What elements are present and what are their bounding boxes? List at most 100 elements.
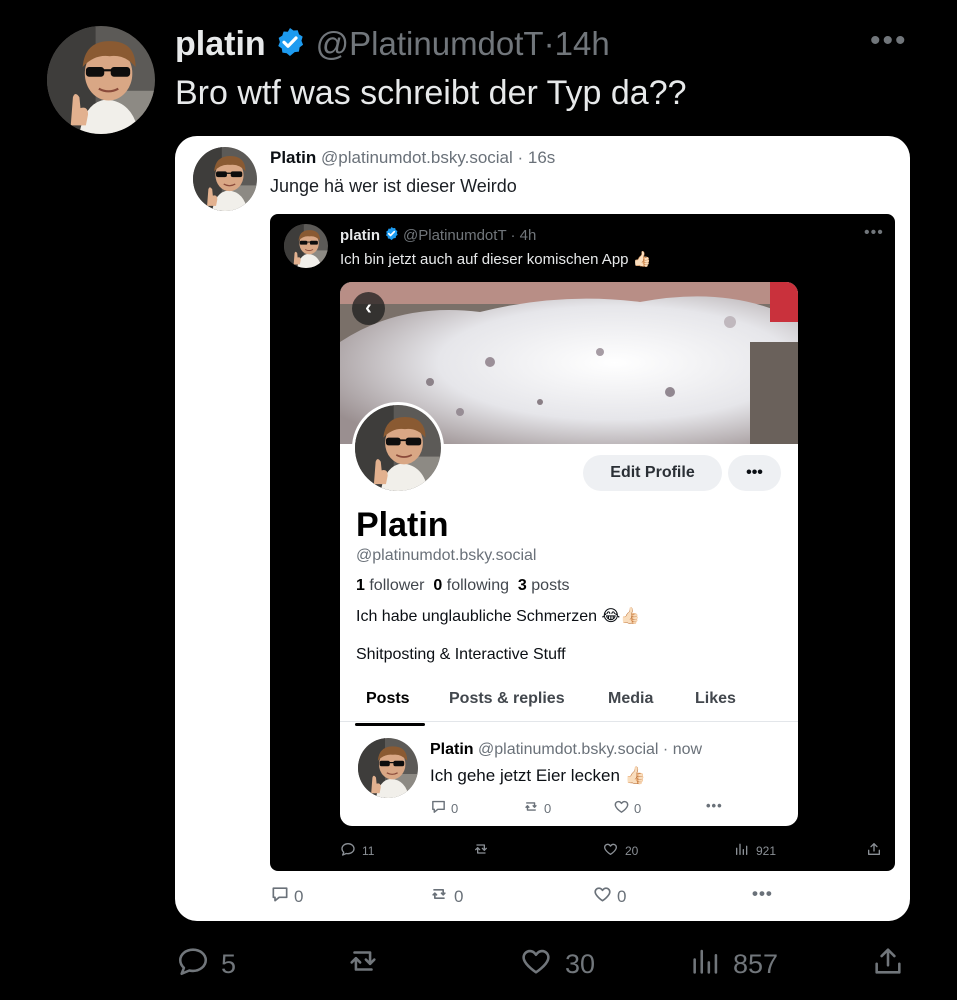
attached-screenshot[interactable]: Platin @platinumdot.bsky.social · 16s Ju… bbox=[175, 136, 910, 921]
back-button: ‹ bbox=[352, 292, 385, 325]
separator-dot: · bbox=[543, 25, 555, 62]
author-name[interactable]: platin bbox=[175, 25, 266, 64]
reply-count: 5 bbox=[221, 948, 237, 979]
like-count: 30 bbox=[565, 948, 596, 979]
bsky-post-actions: 0 0 0 ••• bbox=[270, 884, 890, 912]
bsky-post-header: Platin @platinumdot.bsky.social · 16s bbox=[270, 148, 555, 168]
bsky-like-action: 0 bbox=[592, 884, 626, 909]
bsky-like-count: 0 bbox=[617, 886, 627, 906]
x-reply-action: 11 bbox=[340, 841, 374, 860]
x-post-text: Ich bin jetzt auch auf dieser komischen … bbox=[340, 251, 652, 268]
tweet-text: Bro wtf was schreibt der Typ da?? bbox=[175, 74, 687, 112]
bsky-profile-screenshot: ‹ Edit Profile ••• Platin @platinumdot.b… bbox=[340, 282, 798, 826]
x-views-count: 921 bbox=[756, 843, 777, 858]
share-icon bbox=[871, 944, 905, 985]
x-handle-time: @PlatinumdotT · 4h bbox=[403, 227, 537, 244]
profile-tabs: Posts Posts & replies Media Likes bbox=[340, 676, 798, 722]
x-share-action bbox=[866, 841, 882, 860]
posts-label: posts bbox=[531, 577, 570, 594]
author-avatar[interactable] bbox=[47, 26, 155, 134]
active-tab-indicator bbox=[355, 723, 425, 726]
profile-avatar bbox=[352, 402, 444, 494]
views-button[interactable]: 857 bbox=[689, 944, 778, 984]
post-reply-action: 0 bbox=[430, 798, 458, 818]
post-more-icon: ••• bbox=[706, 798, 723, 813]
x-like-action: 20 bbox=[602, 841, 638, 860]
x-reply-count: 11 bbox=[362, 843, 375, 858]
views-count: 857 bbox=[733, 948, 779, 979]
x-post-actions: 11 20 921 bbox=[340, 841, 885, 861]
verified-badge-icon bbox=[274, 26, 306, 63]
x-repost-icon bbox=[472, 841, 490, 860]
repost-icon bbox=[343, 944, 383, 985]
post-like-count: 0 bbox=[634, 800, 642, 816]
following-count: 0 bbox=[433, 577, 443, 594]
x-heart-icon bbox=[602, 841, 619, 860]
profile-bio: Ich habe unglaubliche Schmerzen 😂👍🏻 bbox=[356, 608, 641, 625]
views-icon bbox=[689, 944, 723, 985]
repost-button[interactable] bbox=[343, 944, 393, 984]
bsky-reply-icon bbox=[270, 884, 290, 909]
post-repost-action: 0 bbox=[522, 798, 551, 818]
x-author-avatar bbox=[284, 224, 328, 268]
post-reply-count: 0 bbox=[451, 800, 459, 816]
tab-likes: Likes bbox=[695, 690, 736, 707]
post-like-action: 0 bbox=[613, 798, 641, 818]
post-author-name: Platin bbox=[430, 741, 474, 758]
bsky-author-name: Platin bbox=[270, 148, 317, 167]
following-label: following bbox=[446, 577, 510, 594]
tweet-header: platin @PlatinumdotT · 14h bbox=[175, 22, 610, 66]
profile-post-header: Platin @platinumdot.bsky.social · now bbox=[430, 741, 702, 759]
x-views-icon bbox=[734, 841, 750, 860]
x-reply-icon bbox=[340, 841, 356, 860]
tab-posts-replies: Posts & replies bbox=[449, 690, 565, 707]
bsky-reply-action: 0 bbox=[270, 884, 303, 909]
edit-profile-button: Edit Profile bbox=[583, 455, 722, 491]
profile-more-button: ••• bbox=[728, 455, 781, 491]
repost-icon bbox=[522, 798, 540, 818]
profile-stats: 1 follower 0 following 3 posts bbox=[356, 577, 570, 595]
post-avatar bbox=[358, 738, 418, 798]
profile-display-name: Platin bbox=[356, 506, 449, 544]
profile-post-actions: 0 0 0 ••• bbox=[430, 798, 780, 818]
more-options-icon[interactable]: ••• bbox=[870, 24, 908, 58]
heart-icon bbox=[517, 944, 555, 985]
bsky-reply-count: 0 bbox=[294, 886, 304, 906]
share-button[interactable] bbox=[871, 944, 905, 984]
tweet-time[interactable]: 14h bbox=[555, 25, 610, 63]
bsky-handle-time: @platinumdot.bsky.social · 16s bbox=[321, 148, 556, 167]
x-verified-badge-icon bbox=[384, 226, 399, 245]
followers-count: 1 bbox=[356, 577, 365, 594]
bsky-more-icon: ••• bbox=[752, 884, 773, 903]
embedded-x-post: platin @PlatinumdotT · 4h ••• Ich bin je… bbox=[270, 214, 895, 871]
chevron-left-icon: ‹ bbox=[365, 297, 372, 319]
author-handle[interactable]: @PlatinumdotT bbox=[316, 25, 544, 63]
followers-label: follower bbox=[369, 577, 425, 594]
x-share-icon bbox=[866, 841, 882, 860]
posts-count: 3 bbox=[517, 577, 527, 594]
bsky-repost-action: 0 bbox=[428, 884, 463, 909]
post-handle-time: @platinumdot.bsky.social · now bbox=[478, 741, 703, 758]
x-repost-action bbox=[472, 841, 496, 860]
x-post-header: platin @PlatinumdotT · 4h bbox=[340, 226, 536, 245]
bsky-post-text: Junge hä wer ist dieser Weirdo bbox=[270, 176, 517, 196]
like-button[interactable]: 30 bbox=[517, 944, 595, 984]
bsky-repost-icon bbox=[428, 884, 450, 909]
post-repost-count: 0 bbox=[544, 800, 552, 816]
profile-post-text: Ich gehe jetzt Eier lecken 👍🏻 bbox=[430, 766, 646, 785]
x-more-icon: ••• bbox=[864, 224, 884, 241]
reply-icon bbox=[430, 798, 447, 818]
bsky-repost-count: 0 bbox=[454, 886, 464, 906]
x-views-action: 921 bbox=[734, 841, 776, 860]
tab-posts: Posts bbox=[366, 690, 410, 707]
tweet-actions: 5 30 857 bbox=[175, 944, 915, 984]
reply-icon bbox=[175, 944, 211, 985]
x-like-count: 20 bbox=[625, 843, 639, 858]
heart-icon bbox=[613, 798, 630, 818]
tab-media: Media bbox=[608, 690, 654, 707]
profile-bio-line2: Shitposting & Interactive Stuff bbox=[356, 646, 566, 663]
profile-handle: @platinumdot.bsky.social bbox=[356, 547, 537, 564]
bsky-heart-icon bbox=[592, 884, 613, 909]
bsky-author-avatar bbox=[193, 147, 257, 211]
reply-button[interactable]: 5 bbox=[175, 944, 236, 984]
